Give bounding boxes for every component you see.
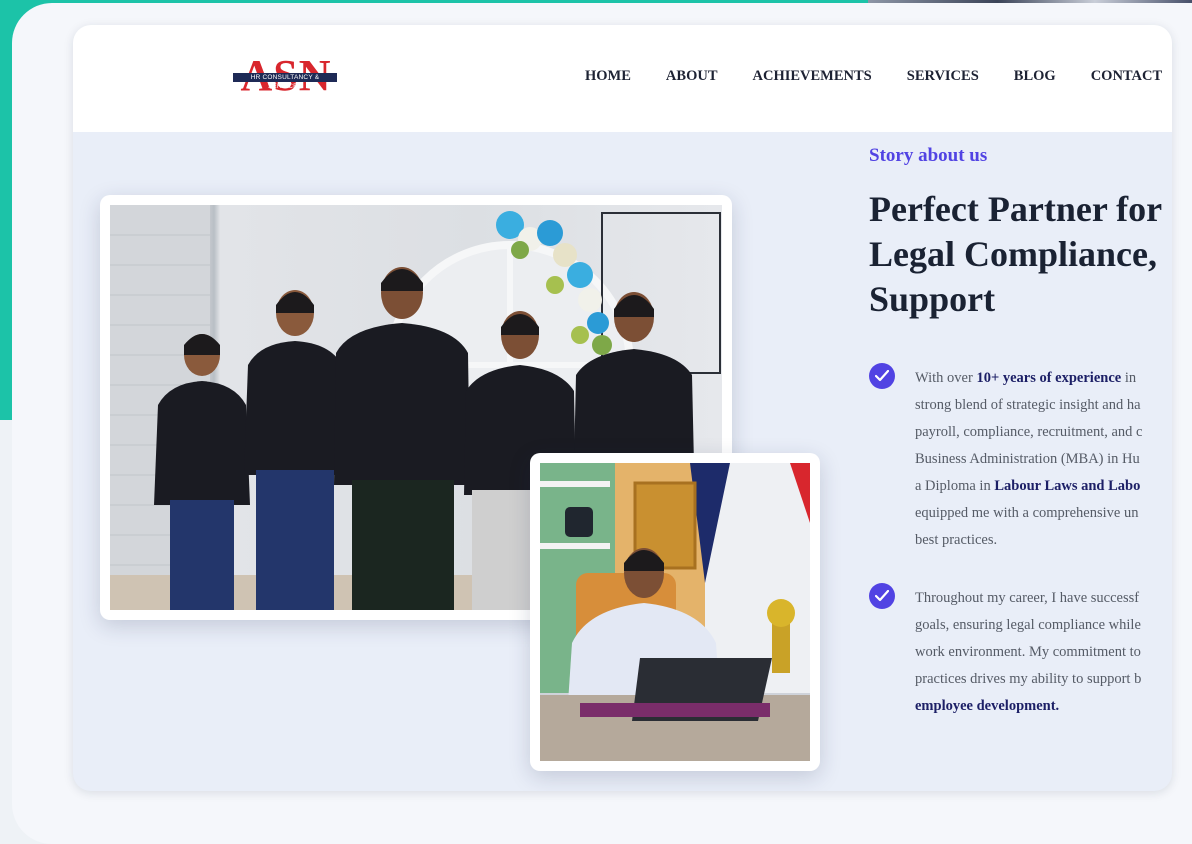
- headline-line-1: Perfect Partner for: [869, 189, 1163, 229]
- logo[interactable]: ASN HR CONSULTANCY & SERVICES: [231, 54, 341, 100]
- highlight-text: 10+ years of experience: [976, 370, 1122, 386]
- headline-line-2: Legal Compliance,: [869, 234, 1157, 274]
- text-segment: a Diploma in: [915, 478, 995, 494]
- highlight-text: Labour Laws and Labo: [994, 478, 1141, 494]
- founder-photo: [540, 463, 810, 761]
- text-segment: With over: [915, 370, 977, 386]
- founder-photo-illustration: [540, 463, 810, 761]
- check-circle-icon: [869, 583, 895, 609]
- text-segment: in: [1121, 370, 1137, 386]
- text-line: payroll, compliance, recruitment, and c: [915, 424, 1143, 440]
- text-line: strong blend of strategic insight and ha: [915, 397, 1141, 413]
- text-line: work environment. My commitment to: [915, 644, 1141, 660]
- nav-contact[interactable]: CONTACT: [1091, 68, 1162, 85]
- nav-about[interactable]: ABOUT: [666, 68, 718, 85]
- logo-tagline: HR CONSULTANCY & SERVICES: [233, 73, 337, 90]
- nav-services[interactable]: SERVICES: [907, 68, 979, 85]
- nav-home[interactable]: HOME: [585, 68, 631, 85]
- text-line: practices drives my ability to support b: [915, 671, 1142, 687]
- text-line: goals, ensuring legal compliance while: [915, 617, 1141, 633]
- text-line: equipped me with a comprehensive un: [915, 505, 1139, 521]
- text-line: Throughout my career, I have successf: [915, 590, 1140, 606]
- page-headline: Perfect Partner for Legal Compliance, Su…: [869, 187, 1172, 322]
- site-header: ASN HR CONSULTANCY & SERVICES HOME ABOUT…: [73, 25, 1172, 132]
- eyebrow-text: Story about us: [869, 145, 988, 166]
- text-line: best practices.: [915, 532, 998, 548]
- headline-line-3: Support: [869, 279, 996, 319]
- highlight-text: employee development.: [915, 698, 1060, 714]
- career-paragraph: Throughout my career, I have successf go…: [915, 585, 1172, 720]
- nav-achievements[interactable]: ACHIEVEMENTS: [753, 68, 872, 85]
- text-line: Business Administration (MBA) in Hu: [915, 451, 1140, 467]
- experience-paragraph: With over 10+ years of experience in str…: [915, 365, 1172, 554]
- nav-blog[interactable]: BLOG: [1014, 68, 1056, 85]
- main-nav: HOME ABOUT ACHIEVEMENTS SERVICES BLOG CO…: [585, 68, 1162, 85]
- founder-photo-card: [530, 453, 820, 771]
- check-circle-icon: [869, 363, 895, 389]
- website-screenshot: ASN HR CONSULTANCY & SERVICES HOME ABOUT…: [73, 25, 1172, 791]
